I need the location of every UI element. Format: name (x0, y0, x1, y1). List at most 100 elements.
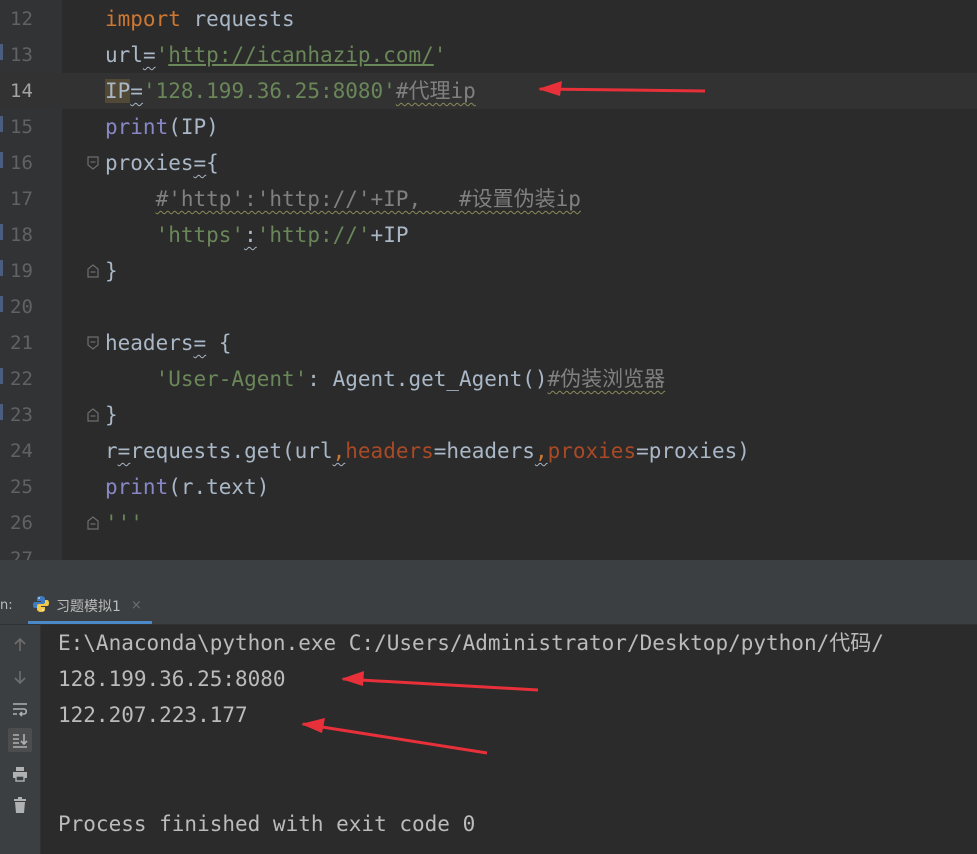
code-token: } (105, 403, 118, 427)
line-number: 20 (10, 296, 33, 318)
code-token: headers (345, 439, 434, 463)
code-token: = (130, 79, 143, 103)
code-token: { (206, 331, 232, 355)
up-arrow-icon[interactable] (8, 633, 32, 657)
code-line[interactable]: 20 (0, 289, 977, 325)
line-number: 12 (10, 8, 33, 30)
code-line[interactable]: 27 (0, 541, 977, 560)
line-number: 16 (10, 152, 33, 174)
code-line[interactable]: 19} (0, 253, 977, 289)
line-number: 19 (10, 260, 33, 282)
code-token: , (332, 439, 346, 463)
code-token: (IP) (168, 115, 219, 139)
code-line[interactable]: 18 'https':'http://'+IP (0, 217, 977, 253)
ide-window: 12 import requests 13 url='http://icanhazip… (0, 0, 977, 854)
code-line[interactable]: 17 #'http':'http://'+IP, #设置伪装ip (0, 181, 977, 217)
code-token: proxies (547, 439, 637, 463)
console-output[interactable]: E:\Anaconda\python.exe C:/Users/Administ… (41, 625, 977, 854)
code-token: } (105, 259, 118, 283)
code-token: headers (105, 331, 194, 355)
trash-icon[interactable] (8, 793, 32, 817)
code-text: print(r.text) (105, 469, 269, 505)
fold-close-icon[interactable] (87, 264, 99, 278)
code-line[interactable]: 16 proxies={ (0, 145, 977, 181)
code-token: requests.get(url (130, 439, 333, 463)
fold-open-icon[interactable] (87, 156, 99, 170)
run-tool-window-header: n: 习题模拟1 × (0, 590, 977, 625)
code-text: 'https':'http://'+IP (105, 217, 409, 253)
run-toolbar (0, 625, 41, 854)
code-token: , (534, 439, 548, 463)
code-line[interactable]: 22 'User-Agent': Agent.get_Agent()#伪装浏览器 (0, 361, 977, 397)
down-arrow-icon[interactable] (8, 665, 32, 689)
code-text: r=requests.get(url,headers=headers,proxi… (105, 433, 750, 469)
code-text: ''' (105, 505, 143, 541)
code-token: { (206, 151, 219, 175)
code-text: } (105, 253, 118, 289)
code-text: } (105, 397, 118, 433)
line-number: 25 (10, 476, 33, 498)
code-line[interactable]: 13 url='http://icanhazip.com/' (0, 37, 977, 73)
code-token: : Agent.get_Agent() (307, 367, 548, 391)
code-text: #'http':'http://'+IP, #设置伪装ip (105, 181, 581, 217)
code-text: 'User-Agent': Agent.get_Agent()#伪装浏览器 (105, 361, 666, 397)
scroll-to-end-icon[interactable] (8, 728, 32, 752)
code-text: headers= { (105, 325, 231, 361)
code-token: #代理ip (395, 79, 476, 103)
code-token: '128.199.36.25:8080' (142, 79, 396, 103)
code-line[interactable]: 26 ''' (0, 505, 977, 541)
run-tab-label: 习题模拟1 (56, 598, 121, 615)
code-line[interactable]: 12 import requests (0, 1, 977, 37)
code-token: requests (180, 7, 295, 31)
python-icon (32, 595, 50, 617)
line-number: 17 (10, 188, 33, 210)
code-token: #'http':'http://'+IP, #设置伪装ip (155, 187, 581, 211)
code-text: print(IP) (105, 109, 219, 145)
code-editor[interactable]: 12 import requests 13 url='http://icanhazip… (0, 0, 977, 560)
code-token: proxies (105, 151, 194, 175)
editor-bottom-bar (0, 560, 977, 590)
code-token: ''' (105, 511, 143, 535)
line-number: 15 (10, 116, 33, 138)
code-line[interactable]: 25 print(r.text) (0, 469, 977, 505)
code-token: url (105, 43, 143, 67)
line-number: 23 (10, 404, 33, 426)
line-number: 27 (10, 548, 33, 560)
line-number: 21 (10, 332, 33, 354)
console-line: 122.207.223.177 (58, 703, 248, 727)
fold-close-icon[interactable] (87, 408, 99, 422)
code-token: = (193, 331, 207, 355)
line-number: 26 (10, 512, 33, 534)
code-line[interactable]: 23} (0, 397, 977, 433)
code-token: : (244, 223, 257, 247)
code-token: print (105, 115, 169, 139)
fold-close-icon[interactable] (87, 516, 99, 530)
soft-wrap-icon[interactable] (8, 697, 32, 721)
code-line[interactable]: 15 print(IP) (0, 109, 977, 145)
code-token: http://icanhazip.com/ (168, 43, 434, 67)
code-token: 'User-Agent' (155, 367, 308, 391)
code-text: import requests (105, 1, 295, 37)
line-number: 24 (10, 440, 33, 462)
line-number: 13 (10, 44, 33, 66)
fold-open-icon[interactable] (87, 336, 99, 350)
run-tab[interactable]: 习题模拟1 × (28, 590, 152, 624)
code-text: IP='128.199.36.25:8080'#代理ip (105, 73, 476, 109)
code-text: url='http://icanhazip.com/' (105, 37, 446, 73)
line-number: 22 (10, 368, 33, 390)
code-token: (r.text) (168, 475, 270, 499)
close-icon[interactable]: × (131, 598, 142, 613)
code-token: = (142, 43, 156, 67)
code-token: =headers (433, 439, 535, 463)
print-icon[interactable] (8, 762, 32, 786)
code-token: ' (433, 43, 447, 67)
code-token: =proxies) (636, 439, 750, 463)
code-line[interactable]: 21 headers= { (0, 325, 977, 361)
code-line[interactable]: 24 r=requests.get(url,headers=headers,pro… (0, 433, 977, 469)
code-token: +IP (370, 223, 409, 247)
line-number: 14 (10, 80, 33, 102)
line-number: 18 (10, 224, 33, 246)
code-line[interactable]: 14 IP='128.199.36.25:8080'#代理ip (0, 73, 977, 109)
